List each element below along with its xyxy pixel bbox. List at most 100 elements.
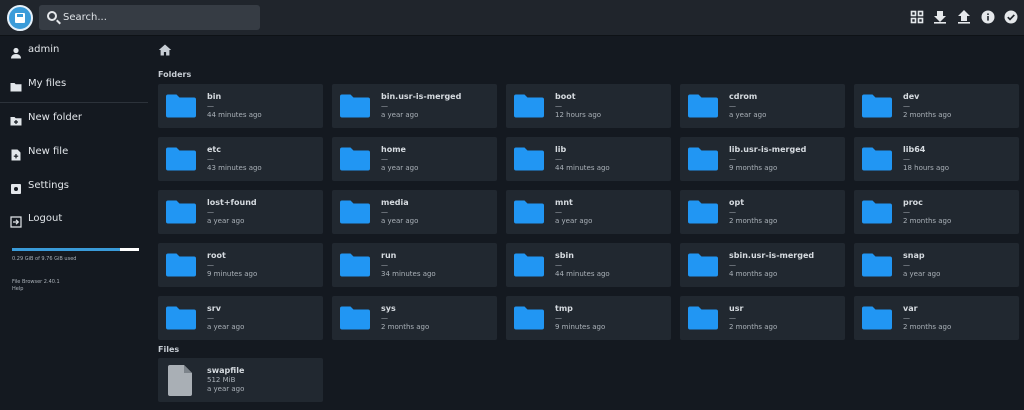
upload-icon	[958, 10, 970, 24]
item-tile[interactable]: media — a year ago	[332, 190, 497, 234]
item-tile[interactable]: bin.usr-is-merged — a year ago	[332, 84, 497, 128]
item-tile[interactable]: mnt — a year ago	[506, 190, 671, 234]
item-size: —	[729, 155, 736, 163]
item-tile[interactable]: boot —12 hours ago	[506, 84, 671, 128]
item-size: —	[729, 314, 736, 322]
item-name: snap	[903, 251, 925, 260]
item-modified: 43 minutes ago	[207, 164, 262, 172]
disk-usage-bar	[12, 248, 139, 251]
item-tile[interactable]: sbin.usr-is-merged —4 months ago	[680, 243, 845, 287]
item-size: —	[555, 261, 562, 269]
item-tile[interactable]: snap — a year ago	[854, 243, 1019, 287]
files-heading: Files	[158, 345, 180, 354]
item-tile[interactable]: lost+found — a year ago	[158, 190, 323, 234]
sidebar-item-new-file[interactable]: New file	[0, 138, 148, 168]
disk-usage-text: 0.29 GiB of 9.76 GiB used	[12, 256, 77, 262]
item-size: —	[729, 261, 736, 269]
item-tile[interactable]: etc —43 minutes ago	[158, 137, 323, 181]
download-icon	[934, 11, 946, 24]
item-tile[interactable]: root —9 minutes ago	[158, 243, 323, 287]
gear-icon	[10, 180, 22, 194]
select-all-icon	[1004, 10, 1018, 24]
item-modified: 2 months ago	[381, 323, 430, 331]
sidebar-item-my-files[interactable]: My files	[0, 70, 148, 100]
item-size: —	[903, 208, 910, 216]
item-size: —	[207, 155, 214, 163]
select-all-button[interactable]	[1004, 10, 1018, 24]
item-modified: a year ago	[207, 323, 245, 331]
item-tile[interactable]: srv — a year ago	[158, 296, 323, 340]
search-box[interactable]	[39, 5, 260, 30]
new-file-icon	[10, 146, 22, 161]
folder-icon	[688, 253, 718, 277]
new-folder-icon	[10, 112, 22, 126]
item-tile[interactable]: tmp —9 minutes ago	[506, 296, 671, 340]
item-tile[interactable]: opt —2 months ago	[680, 190, 845, 234]
item-name: lib.usr-is-merged	[729, 145, 807, 154]
folder-icon	[340, 94, 370, 118]
item-modified: 44 minutes ago	[555, 164, 610, 172]
item-tile[interactable]: bin —44 minutes ago	[158, 84, 323, 128]
item-tile[interactable]: cdrom — a year ago	[680, 84, 845, 128]
item-name: home	[381, 145, 406, 154]
item-name: sbin	[555, 251, 574, 260]
item-tile[interactable]: sys —2 months ago	[332, 296, 497, 340]
item-name: tmp	[555, 304, 573, 313]
app-logo[interactable]	[7, 5, 33, 31]
sidebar-item-label: New folder	[28, 112, 83, 123]
grid-view-button[interactable]	[910, 10, 924, 24]
item-tile[interactable]: dev —2 months ago	[854, 84, 1019, 128]
item-modified: 18 hours ago	[903, 164, 950, 172]
sidebar-item-user[interactable]: admin	[0, 36, 148, 66]
folder-icon	[166, 147, 196, 171]
item-name: sys	[381, 304, 396, 313]
breadcrumb-home[interactable]	[158, 41, 172, 56]
logout-icon	[10, 213, 22, 228]
item-size: —	[555, 102, 562, 110]
item-size: —	[903, 155, 910, 163]
folder-icon	[688, 200, 718, 224]
item-modified: 9 months ago	[729, 164, 778, 172]
upload-button[interactable]	[957, 10, 971, 24]
item-tile[interactable]: lib.usr-is-merged —9 months ago	[680, 137, 845, 181]
item-size: —	[381, 155, 388, 163]
sidebar-item-label: My files	[28, 78, 67, 89]
item-tile[interactable]: proc —2 months ago	[854, 190, 1019, 234]
item-size: —	[555, 314, 562, 322]
item-name: var	[903, 304, 918, 313]
item-modified: 34 minutes ago	[381, 270, 436, 278]
item-modified: 2 months ago	[903, 111, 952, 119]
disk-usage-fill	[12, 248, 120, 251]
download-button[interactable]	[933, 10, 947, 24]
sidebar-item-logout[interactable]: Logout	[0, 205, 148, 235]
item-name: lost+found	[207, 198, 257, 207]
item-tile[interactable]: lib64—18 hours ago	[854, 137, 1019, 181]
search-input[interactable]	[63, 8, 253, 27]
item-modified: a year ago	[381, 111, 419, 119]
item-tile[interactable]: var —2 months ago	[854, 296, 1019, 340]
item-tile[interactable]: lib —44 minutes ago	[506, 137, 671, 181]
item-name: opt	[729, 198, 745, 207]
item-tile[interactable]: home — a year ago	[332, 137, 497, 181]
item-tile[interactable]: sbin —44 minutes ago	[506, 243, 671, 287]
item-modified: 44 minutes ago	[207, 111, 262, 119]
folder-icon	[688, 147, 718, 171]
item-name: run	[381, 251, 397, 260]
item-tile[interactable]: usr —2 months ago	[680, 296, 845, 340]
item-modified: 44 minutes ago	[555, 270, 610, 278]
item-name: srv	[207, 304, 221, 313]
item-tile[interactable]: run —34 minutes ago	[332, 243, 497, 287]
sidebar-item-label: Logout	[28, 213, 63, 224]
folder-icon	[340, 306, 370, 330]
item-size: —	[381, 314, 388, 322]
item-tile[interactable]: swapfile 512 MiB a year ago	[158, 358, 323, 402]
item-name: mnt	[555, 198, 573, 207]
folder-icon	[862, 253, 892, 277]
sidebar-item-new-folder[interactable]: New folder	[0, 104, 148, 134]
sidebar-item-label: Settings	[28, 180, 70, 191]
folder-icon	[862, 147, 892, 171]
help-link[interactable]: Help	[12, 286, 23, 292]
item-modified: 9 minutes ago	[555, 323, 606, 331]
info-button[interactable]	[981, 10, 995, 24]
sidebar-item-settings[interactable]: Settings	[0, 172, 148, 202]
